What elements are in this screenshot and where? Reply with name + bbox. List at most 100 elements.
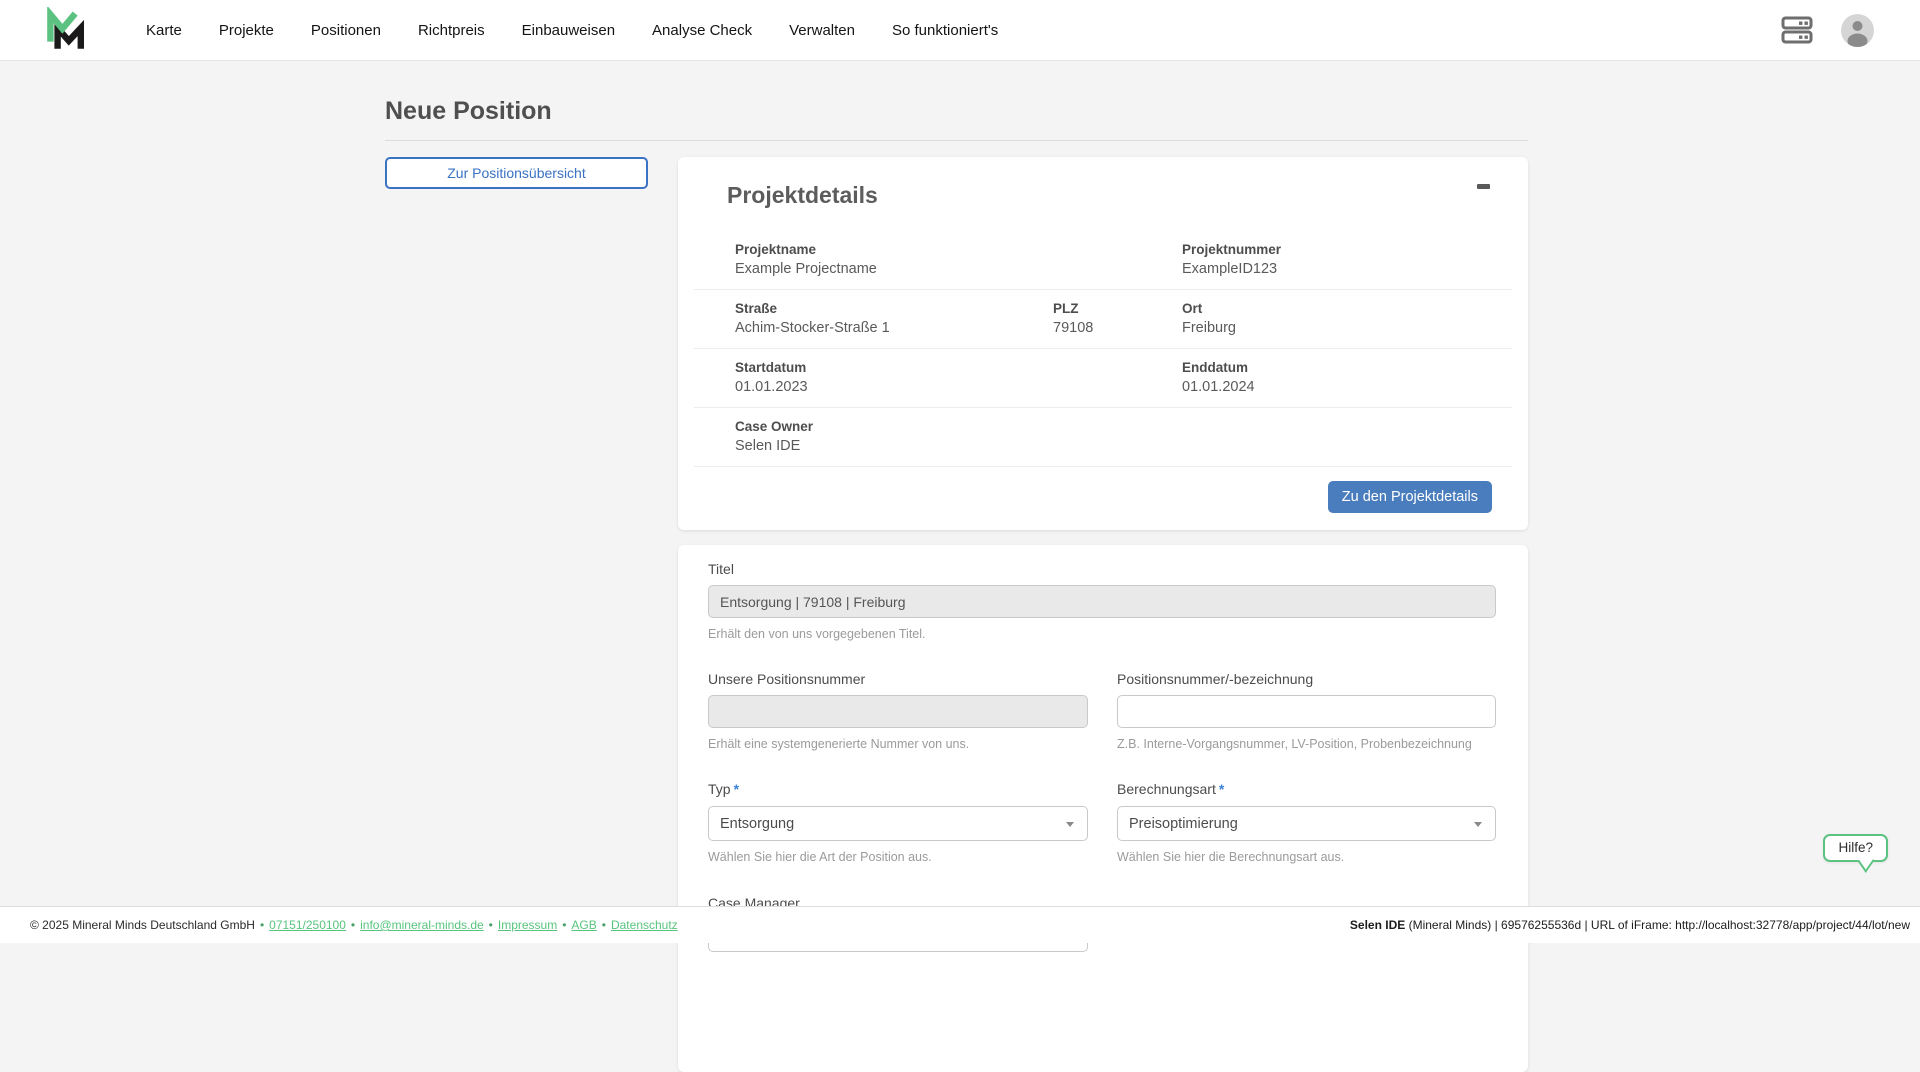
field-value: Achim-Stocker-Straße 1 bbox=[735, 320, 1053, 336]
field-label: Projektnummer bbox=[1182, 242, 1512, 257]
new-position-form-card: Titel Erhält den von uns vorgegebenen Ti… bbox=[678, 545, 1528, 1072]
field-label: Straße bbox=[735, 301, 1053, 316]
main-nav: Karte Projekte Positionen Richtpreis Ein… bbox=[146, 22, 998, 39]
logo-icon bbox=[44, 7, 88, 53]
separator: • bbox=[562, 918, 566, 932]
field-value: ExampleID123 bbox=[1182, 261, 1512, 277]
field-value: Freiburg bbox=[1182, 320, 1512, 336]
chevron-down-icon bbox=[1066, 822, 1074, 827]
nav-item-verwalten[interactable]: Verwalten bbox=[789, 22, 855, 39]
field-strasse: Straße Achim-Stocker-Straße 1 bbox=[735, 301, 1053, 336]
field-projektnummer: Projektnummer ExampleID123 bbox=[1182, 242, 1512, 277]
nav-item-karte[interactable]: Karte bbox=[146, 22, 182, 39]
typ-select[interactable]: Entsorgung bbox=[708, 806, 1088, 841]
datenschutz-link[interactable]: Datenschutz bbox=[611, 918, 678, 932]
chevron-down-icon bbox=[1474, 822, 1482, 827]
nav-item-richtpreis[interactable]: Richtpreis bbox=[418, 22, 485, 39]
person-icon bbox=[1841, 14, 1874, 47]
table-row: Startdatum 01.01.2023 Enddatum 01.01.202… bbox=[694, 349, 1512, 408]
table-row: Case Owner Selen IDE bbox=[694, 408, 1512, 467]
field-value: 01.01.2023 bbox=[735, 379, 1182, 395]
field-projektname: Projektname Example Projectname bbox=[735, 242, 1182, 277]
left-column: Zur Positionsübersicht bbox=[385, 157, 648, 189]
our-position-number-label: Unsere Positionsnummer bbox=[708, 671, 1088, 687]
separator: • bbox=[489, 918, 493, 932]
table-row: Projektname Example Projectname Projektn… bbox=[694, 231, 1512, 290]
position-number-input[interactable] bbox=[1117, 695, 1496, 728]
berechnungsart-select[interactable]: Preisoptimierung bbox=[1117, 806, 1496, 841]
project-details-rows: Projektname Example Projectname Projektn… bbox=[678, 231, 1528, 467]
type-calculation-row: Typ* Entsorgung Wählen Sie hier die Art … bbox=[708, 781, 1496, 864]
title-divider bbox=[385, 140, 1528, 141]
separator: • bbox=[351, 918, 355, 932]
field-ort: Ort Freiburg bbox=[1182, 301, 1512, 336]
field-enddatum: Enddatum 01.01.2024 bbox=[1182, 360, 1512, 395]
footer: © 2025 Mineral Minds Deutschland GmbH • … bbox=[0, 906, 1920, 943]
copyright-text: © 2025 Mineral Minds Deutschland GmbH bbox=[30, 918, 255, 932]
user-avatar[interactable] bbox=[1841, 14, 1874, 47]
field-value: Selen IDE bbox=[735, 438, 1512, 454]
typ-selected-value: Entsorgung bbox=[720, 816, 794, 832]
required-asterisk: * bbox=[1219, 781, 1224, 797]
field-value: 79108 bbox=[1053, 320, 1182, 336]
field-label: Startdatum bbox=[735, 360, 1182, 375]
go-to-project-details-button[interactable]: Zu den Projektdetails bbox=[1328, 481, 1492, 513]
project-details-title: Projektdetails bbox=[727, 182, 1528, 209]
navbar-right bbox=[1781, 14, 1874, 47]
nav-item-positionen[interactable]: Positionen bbox=[311, 22, 381, 39]
position-number-section: Positionsnummer/-bezeichnung Z.B. Intern… bbox=[1117, 671, 1496, 751]
back-to-positions-button[interactable]: Zur Positionsübersicht bbox=[385, 157, 648, 189]
titel-label: Titel bbox=[708, 561, 1496, 577]
field-label: Enddatum bbox=[1182, 360, 1512, 375]
minus-icon bbox=[1477, 184, 1490, 189]
position-number-label: Positionsnummer/-bezeichnung bbox=[1117, 671, 1496, 687]
berechnungsart-helper: Wählen Sie hier die Berechnungsart aus. bbox=[1117, 850, 1496, 864]
nav-item-so-funktionierts[interactable]: So funktioniert's bbox=[892, 22, 998, 39]
field-label: Case Owner bbox=[735, 419, 1512, 434]
titel-section: Titel Erhält den von uns vorgegebenen Ti… bbox=[708, 561, 1496, 641]
email-link[interactable]: info@mineral-minds.de bbox=[360, 918, 484, 932]
berechnungsart-selected-value: Preisoptimierung bbox=[1129, 816, 1238, 832]
berechnungsart-label: Berechnungsart* bbox=[1117, 781, 1496, 797]
session-details: (Mineral Minds) | 69576255536d | URL of … bbox=[1405, 918, 1910, 932]
typ-helper: Wählen Sie hier die Art der Position aus… bbox=[708, 850, 1088, 864]
field-value: Example Projectname bbox=[735, 261, 1182, 277]
separator: • bbox=[602, 918, 606, 932]
position-number-helper: Z.B. Interne-Vorgangsnummer, LV-Position… bbox=[1117, 737, 1496, 751]
session-user: Selen IDE bbox=[1350, 918, 1405, 932]
field-startdatum: Startdatum 01.01.2023 bbox=[735, 360, 1182, 395]
footer-left: © 2025 Mineral Minds Deutschland GmbH • … bbox=[30, 918, 678, 932]
field-label: PLZ bbox=[1053, 301, 1182, 316]
separator: • bbox=[260, 918, 264, 932]
server-icon[interactable] bbox=[1781, 15, 1813, 45]
phone-link[interactable]: 07151/250100 bbox=[269, 918, 346, 932]
nav-item-einbauweisen[interactable]: Einbauweisen bbox=[522, 22, 615, 39]
page-title: Neue Position bbox=[385, 97, 1528, 126]
mineral-minds-logo[interactable] bbox=[44, 7, 90, 53]
our-position-number-helper: Erhält eine systemgenerierte Nummer von … bbox=[708, 737, 1088, 751]
project-details-actions: Zu den Projektdetails bbox=[678, 467, 1528, 530]
our-position-number-input bbox=[708, 695, 1088, 728]
impressum-link[interactable]: Impressum bbox=[498, 918, 557, 932]
required-asterisk: * bbox=[734, 781, 739, 797]
berechnungsart-section: Berechnungsart* Preisoptimierung Wählen … bbox=[1117, 781, 1496, 864]
nav-item-analyse-check[interactable]: Analyse Check bbox=[652, 22, 752, 39]
collapse-icon[interactable] bbox=[1472, 175, 1494, 197]
field-plz: PLZ 79108 bbox=[1053, 301, 1182, 336]
our-position-number-section: Unsere Positionsnummer Erhält eine syste… bbox=[708, 671, 1088, 751]
titel-helper: Erhält den von uns vorgegebenen Titel. bbox=[708, 627, 1496, 641]
field-label: Ort bbox=[1182, 301, 1512, 316]
field-value: 01.01.2024 bbox=[1182, 379, 1512, 395]
help-bubble[interactable]: Hilfe? bbox=[1823, 834, 1888, 862]
typ-label: Typ* bbox=[708, 781, 1088, 797]
nav-item-projekte[interactable]: Projekte bbox=[219, 22, 274, 39]
position-number-row: Unsere Positionsnummer Erhält eine syste… bbox=[708, 671, 1496, 751]
agb-link[interactable]: AGB bbox=[571, 918, 596, 932]
field-label: Projektname bbox=[735, 242, 1182, 257]
top-navbar: Karte Projekte Positionen Richtpreis Ein… bbox=[0, 0, 1920, 61]
project-details-card: Projektdetails Projektname Example Proje… bbox=[678, 157, 1528, 530]
typ-section: Typ* Entsorgung Wählen Sie hier die Art … bbox=[708, 781, 1088, 864]
field-case-owner: Case Owner Selen IDE bbox=[735, 419, 1512, 454]
titel-input bbox=[708, 585, 1496, 618]
table-row: Straße Achim-Stocker-Straße 1 PLZ 79108 … bbox=[694, 290, 1512, 349]
